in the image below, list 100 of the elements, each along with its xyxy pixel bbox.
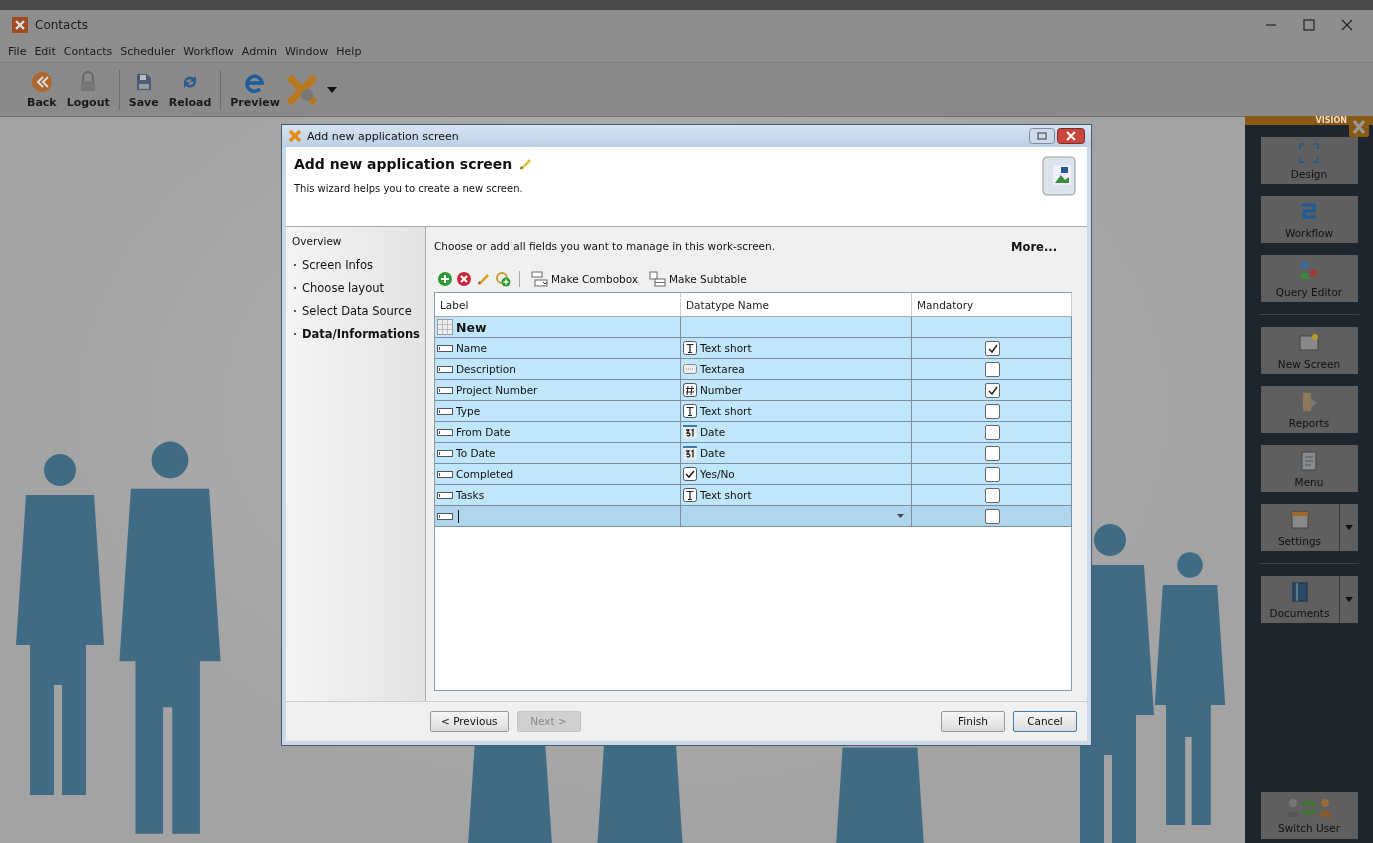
menu-item[interactable]: File [4, 44, 31, 58]
table-cell: Text short [700, 405, 752, 417]
back-button[interactable]: Back [22, 68, 62, 111]
checkbox[interactable] [985, 508, 1000, 524]
wizard-button[interactable]: < Previous [430, 711, 509, 732]
wizard-step[interactable]: Screen Infos [292, 253, 421, 276]
brand-label: VISION [1315, 116, 1347, 125]
table-cell: Tasks [456, 489, 485, 501]
wizard-step[interactable]: Select Data Source [292, 299, 421, 322]
switch-user-button[interactable]: Switch User [1260, 792, 1358, 839]
text-field-icon [437, 426, 453, 438]
wizard-subtitle: This wizard helps you to create a new screen. [294, 183, 524, 194]
wizard-button[interactable]: Finish [941, 711, 1005, 732]
toolbar-button[interactable]: Make Combobox [528, 271, 642, 287]
close-button-icon[interactable] [1057, 128, 1085, 144]
table-cell: Type [456, 405, 481, 417]
checkbox[interactable] [985, 382, 1000, 398]
maximize-icon[interactable] [1301, 17, 1317, 33]
close-icon[interactable] [1339, 17, 1355, 33]
checkbox[interactable] [985, 466, 1000, 482]
settings-button[interactable]: Settings [1260, 504, 1358, 551]
table-cell: Date [700, 426, 726, 438]
text-type-icon [683, 404, 697, 418]
menu-item[interactable]: Contacts [59, 44, 117, 58]
window-title: Contacts [35, 18, 88, 32]
wizard-step[interactable]: Choose layout [292, 276, 421, 299]
delete-icon[interactable] [457, 272, 471, 286]
toolbar-button[interactable]: Make Subtable [646, 271, 750, 287]
text-type-icon [683, 341, 697, 355]
screen-button[interactable]: New Screen [1260, 327, 1358, 374]
design-button[interactable]: Design [1260, 137, 1358, 184]
text-field-icon [437, 510, 453, 522]
wizard-step[interactable]: Data/Informations [292, 322, 421, 345]
combobox-icon [531, 271, 548, 287]
checkmark-icon [987, 343, 998, 353]
app-logo-icon [12, 17, 28, 33]
more-link[interactable]: More... [1011, 240, 1057, 260]
table-cell: Completed [456, 468, 514, 480]
table-cell: To Date [456, 447, 496, 459]
reports-button[interactable]: Reports [1260, 386, 1358, 433]
pencil-icon [518, 157, 533, 171]
add-field-icon[interactable] [495, 271, 511, 287]
checkbox[interactable] [985, 340, 1000, 356]
menu-item[interactable]: Edit [30, 44, 60, 58]
logout-button[interactable]: Logout [61, 68, 115, 111]
menu-item[interactable]: Admin [237, 44, 281, 58]
table-cell: Date [700, 447, 726, 459]
caret-icon [1344, 525, 1353, 530]
users-swap-icon [1284, 797, 1334, 819]
checkbox[interactable] [985, 487, 1000, 503]
caret-icon[interactable] [326, 86, 337, 93]
table-grid-icon [437, 319, 453, 335]
preview-button[interactable]: Preview [225, 68, 285, 111]
documents-button[interactable]: Documents [1260, 576, 1358, 623]
overview-label: Overview [292, 235, 343, 247]
checkbox[interactable] [985, 403, 1000, 419]
checkbox[interactable] [985, 445, 1000, 461]
checkmark-icon [987, 385, 998, 395]
text-field-icon [437, 405, 453, 417]
table-cell: Description [456, 363, 516, 375]
wizard-button[interactable]: Cancel [1013, 711, 1077, 732]
text-field-icon [437, 342, 453, 354]
boolean-type-icon [683, 467, 697, 481]
checkbox[interactable] [985, 361, 1000, 377]
textarea-type-icon [683, 362, 697, 376]
checkbox[interactable] [985, 424, 1000, 440]
menu-item[interactable]: Workflow [179, 44, 238, 58]
table-cell: Name [456, 342, 487, 354]
dropdown-caret-icon[interactable] [897, 514, 904, 518]
table-cell: From Date [456, 426, 511, 438]
text-field-icon [437, 468, 453, 480]
query-button[interactable]: Query Editor [1260, 255, 1358, 302]
new-row-label: New [456, 319, 487, 335]
table-cell: Textarea [700, 363, 745, 375]
table-cell: Number [700, 384, 743, 396]
menu-item[interactable]: Scheduler [116, 44, 180, 58]
workflow-button[interactable]: Workflow [1260, 196, 1358, 243]
text-field-icon [437, 447, 453, 459]
screen-image-icon [1041, 153, 1077, 197]
text-type-icon [683, 488, 697, 502]
add-icon[interactable] [438, 272, 452, 286]
menu-button[interactable]: Menu [1260, 445, 1358, 492]
menu-item[interactable]: Help [332, 44, 366, 58]
text-field-icon [437, 363, 453, 375]
design-icon [1297, 141, 1321, 165]
wizard-heading: Add new application screen [294, 156, 513, 172]
reload-button[interactable]: Reload [163, 68, 217, 111]
instruction-text: Choose or add all fields you want to manage in this work-screen. [434, 240, 776, 254]
save-button[interactable]: Save [123, 68, 164, 111]
menu-item[interactable]: Window [280, 44, 333, 58]
dialog-title: Add new application screen [307, 129, 460, 143]
table-cell: Project Number [456, 384, 538, 396]
date-type-icon [683, 446, 697, 460]
text-field-icon [437, 489, 453, 501]
caret-icon [1344, 597, 1353, 602]
x-logo-icon [288, 129, 302, 143]
number-type-icon [683, 383, 697, 397]
text-field-icon [437, 384, 453, 396]
table-cell: Text short [700, 342, 752, 354]
subtable-icon [649, 271, 667, 287]
